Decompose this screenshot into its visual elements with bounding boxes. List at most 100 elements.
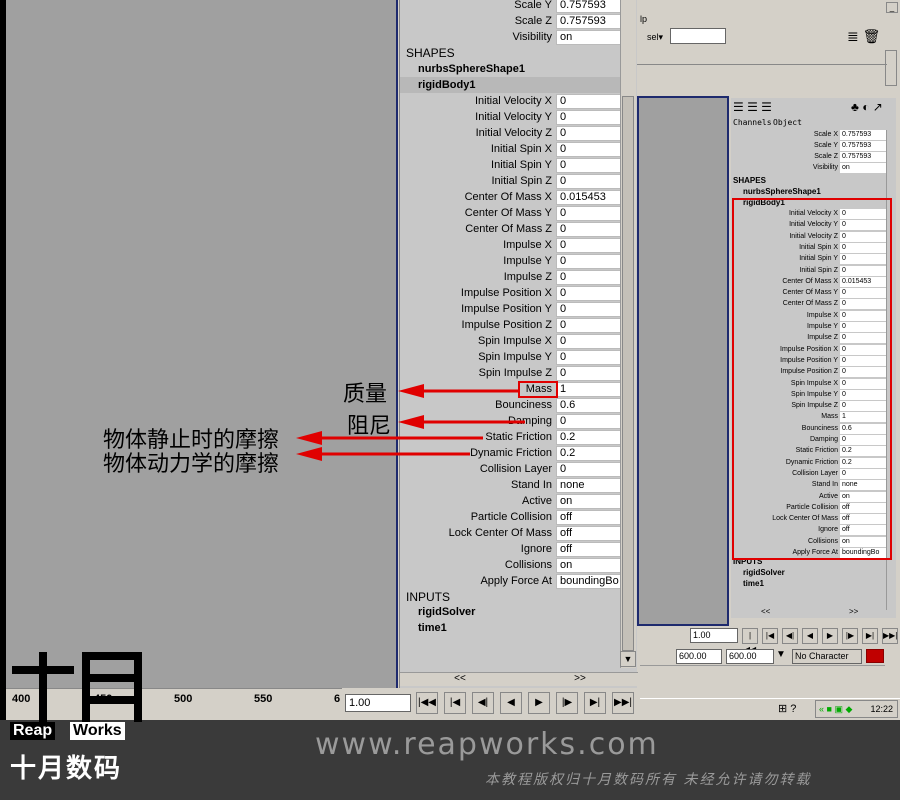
channel-box-icons[interactable]: ☰ ☰ ☰ <box>733 100 772 114</box>
go-end-icon[interactable]: ▶▶| <box>612 692 634 714</box>
channel-value[interactable]: 0 <box>556 366 622 381</box>
channel-row[interactable]: Initial Spin X 0 <box>400 142 622 158</box>
channel-value[interactable]: 0 <box>556 110 622 125</box>
channel-row[interactable]: Initial Spin Y 0 <box>400 158 622 174</box>
layer-icons[interactable]: ♣ ◐ ↗ <box>851 100 883 114</box>
input-node-time[interactable]: time1 <box>418 622 447 634</box>
channel-row[interactable]: Initial Spin Z 0 <box>400 174 622 190</box>
character-set-dropdown[interactable]: No Character Set <box>792 649 862 674</box>
play-icon[interactable]: ▶ <box>528 692 550 714</box>
scroll-right-button[interactable]: >> <box>555 673 605 687</box>
channel-value[interactable]: off <box>556 542 622 557</box>
channel-row-small[interactable]: Scale X 0.757593 <box>731 129 886 140</box>
channel-value[interactable]: 0 <box>556 318 622 333</box>
channel-row[interactable]: Impulse Position X 0 <box>400 286 622 302</box>
step-back-key-icon[interactable]: |◀ <box>762 628 778 644</box>
channel-value-small[interactable]: 0.757593 <box>840 152 886 162</box>
shape-node-nurbs-small[interactable]: nurbsSphereShape1 <box>743 187 821 196</box>
channel-value[interactable]: 0.2 <box>556 430 622 445</box>
channel-value[interactable]: 0.2 <box>556 446 622 461</box>
channel-value[interactable]: 0.757593 <box>556 0 622 13</box>
channel-row[interactable]: Stand In none <box>400 478 622 494</box>
channel-value[interactable]: 1 <box>556 382 622 397</box>
channel-row[interactable]: Center Of Mass Z 0 <box>400 222 622 238</box>
channel-row[interactable]: Impulse Y 0 <box>400 254 622 270</box>
channel-value-small[interactable]: 0.757593 <box>840 141 886 151</box>
channel-row[interactable]: Initial Velocity X 0 <box>400 94 622 110</box>
go-start-icon[interactable]: |◀◀ <box>742 628 758 654</box>
step-back-key-icon[interactable]: |◀ <box>444 692 466 714</box>
go-end-icon[interactable]: ▶▶| <box>882 628 898 644</box>
channel-row[interactable]: Static Friction 0.2 <box>400 430 622 446</box>
key-icon[interactable] <box>866 649 884 663</box>
input-node-rigidsolver[interactable]: rigidSolver <box>418 606 475 618</box>
play-icon[interactable]: ▶ <box>822 628 838 644</box>
input-node-rigidsolver-small[interactable]: rigidSolver <box>743 568 785 577</box>
channel-value[interactable]: 0.757593 <box>556 14 622 29</box>
frame-field-small[interactable]: 1.00 <box>690 628 738 643</box>
channel-value[interactable]: 0 <box>556 174 622 189</box>
channel-value[interactable]: 0 <box>556 126 622 141</box>
channel-value[interactable]: 0.6 <box>556 398 622 413</box>
channel-box-vscroll-thumb[interactable] <box>622 96 634 651</box>
channel-row[interactable]: Collision Layer 0 <box>400 462 622 478</box>
channel-row[interactable]: Initial Velocity Z 0 <box>400 126 622 142</box>
channel-row[interactable]: Spin Impulse Z 0 <box>400 366 622 382</box>
scroll-left-button-small[interactable]: << <box>761 607 770 616</box>
taskbar-icons[interactable]: ⊞ ? <box>778 702 796 715</box>
channel-row-small[interactable]: Scale Y 0.757593 <box>731 140 886 151</box>
channel-row[interactable]: Bounciness 0.6 <box>400 398 622 414</box>
channel-row[interactable]: Dynamic Friction 0.2 <box>400 446 622 462</box>
channel-row[interactable]: Center Of Mass X 0.015453 <box>400 190 622 206</box>
channel-value[interactable]: 0 <box>556 206 622 221</box>
channel-value[interactable]: boundingBo <box>556 574 622 589</box>
channel-row[interactable]: Active on <box>400 494 622 510</box>
go-start-icon[interactable]: |◀◀ <box>416 692 438 714</box>
channel-row[interactable]: Collisions on <box>400 558 622 574</box>
channel-value[interactable]: none <box>556 478 622 493</box>
channel-row[interactable]: Mass 1 <box>400 382 622 398</box>
channel-row[interactable]: Scale Y 0.757593 <box>400 0 622 14</box>
range-end-field[interactable]: 600.00 <box>726 649 774 664</box>
channel-value[interactable]: off <box>556 510 622 525</box>
scroll-left-button[interactable]: << <box>435 673 485 687</box>
window-minimize-icon[interactable]: _ <box>886 2 898 13</box>
channel-row[interactable]: Impulse Z 0 <box>400 270 622 286</box>
channel-row[interactable]: Center Of Mass Y 0 <box>400 206 622 222</box>
viewport-right[interactable] <box>637 96 729 626</box>
sel-dropdown[interactable]: sel▾ <box>647 32 663 43</box>
tab-object[interactable]: Object <box>773 118 802 127</box>
shape-node-rigidbody[interactable]: rigidBody1 <box>418 79 475 91</box>
sel-input-field[interactable] <box>670 28 726 44</box>
channel-value[interactable]: 0.015453 <box>556 190 622 205</box>
scroll-down-arrow-icon[interactable]: ▼ <box>620 651 636 667</box>
channel-row[interactable]: Spin Impulse X 0 <box>400 334 622 350</box>
channel-value[interactable]: 0 <box>556 158 622 173</box>
channel-row[interactable]: Spin Impulse Y 0 <box>400 350 622 366</box>
channel-row[interactable]: Damping 0 <box>400 414 622 430</box>
channel-value[interactable]: 0 <box>556 334 622 349</box>
channel-row[interactable]: Visibility on <box>400 30 622 46</box>
channel-value[interactable]: 0 <box>556 270 622 285</box>
channel-row[interactable]: Impulse Position Z 0 <box>400 318 622 334</box>
channel-value[interactable]: on <box>556 558 622 573</box>
toolbar-icons[interactable]: ≣ 🗑 <box>847 28 880 45</box>
step-forward-icon[interactable]: |▶ <box>842 628 858 644</box>
channel-value-small[interactable]: 0.757593 <box>840 130 886 140</box>
play-back-icon[interactable]: ◀ <box>802 628 818 644</box>
range-start-field[interactable]: 600.00 <box>676 649 722 664</box>
channel-value[interactable]: on <box>556 494 622 509</box>
step-forward-key-icon[interactable]: ▶| <box>862 628 878 644</box>
current-frame-field[interactable]: 1.00 <box>345 694 411 712</box>
right-window-scroll[interactable] <box>885 50 897 86</box>
channel-row[interactable]: Initial Velocity Y 0 <box>400 110 622 126</box>
channel-value[interactable]: 0 <box>556 350 622 365</box>
viewport-left[interactable] <box>0 0 398 688</box>
channel-value[interactable]: 0 <box>556 254 622 269</box>
tab-channels[interactable]: Channels <box>733 118 772 127</box>
channel-value[interactable]: 0 <box>556 238 622 253</box>
channel-value-small[interactable]: on <box>840 163 886 173</box>
play-back-icon[interactable]: ◀ <box>500 692 522 714</box>
chevron-down-icon[interactable]: ▼ <box>776 649 790 664</box>
channel-box-hscroll[interactable]: << >> <box>400 672 638 686</box>
